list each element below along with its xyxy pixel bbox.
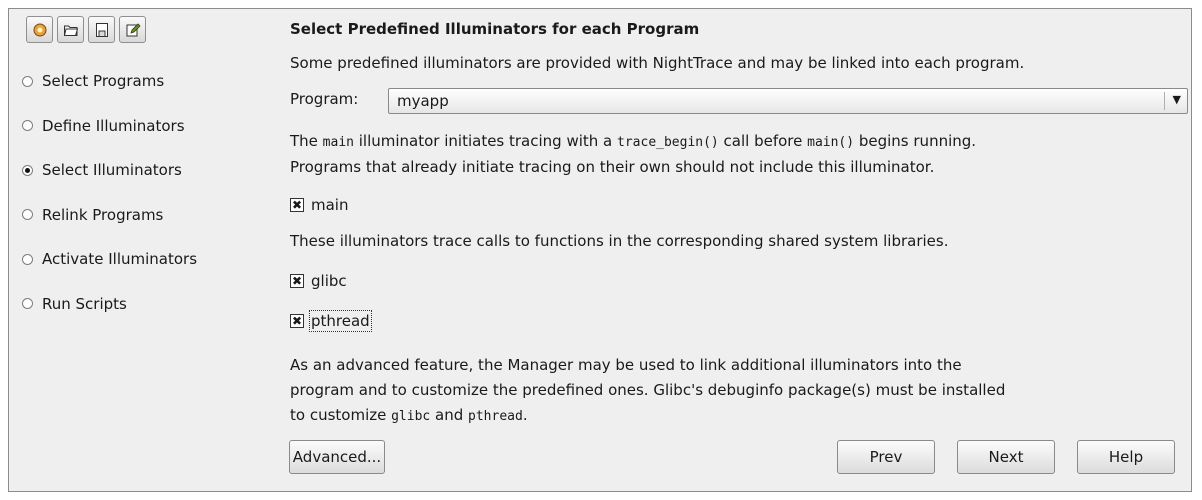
open-folder-icon [63, 25, 78, 36]
program-label: Program: [290, 90, 359, 108]
step-label: Select Illuminators [42, 161, 182, 179]
main-description-line1: The main illuminator initiates tracing w… [290, 132, 976, 150]
advanced-text-line1: As an advanced feature, the Manager may … [290, 356, 962, 374]
step-run-scripts[interactable]: Run Scripts [22, 293, 197, 315]
code-main-call: main() [807, 135, 855, 150]
checkbox-label: pthread [309, 310, 372, 332]
text-segment: and [430, 406, 469, 424]
advanced-button[interactable]: Advanced... [289, 440, 385, 474]
step-label: Select Programs [42, 72, 165, 90]
intro-text: Some predefined illuminators are provide… [290, 54, 1025, 72]
text-segment: illuminator initiates tracing with a [353, 132, 618, 150]
glibc-checkbox-row[interactable]: ✖ glibc [290, 272, 347, 290]
step-label: Activate Illuminators [42, 250, 198, 268]
page-title: Select Predefined Illuminators for each … [290, 20, 700, 38]
open-button[interactable] [57, 16, 84, 43]
checkbox-checked[interactable]: ✖ [290, 314, 304, 328]
step-relink-programs[interactable]: Relink Programs [22, 204, 197, 226]
wizard-steps: Select Programs Define Illuminators Sele… [22, 70, 197, 337]
libraries-description: These illuminators trace calls to functi… [290, 232, 949, 250]
save-icon [95, 22, 108, 37]
text-segment: The [290, 132, 323, 150]
step-select-illuminators[interactable]: Select Illuminators [22, 159, 197, 181]
code-trace-begin: trace_begin() [617, 135, 719, 150]
next-button[interactable]: Next [957, 440, 1055, 474]
new-icon [33, 23, 46, 36]
radio-button[interactable] [22, 298, 33, 309]
radio-button-selected[interactable] [22, 164, 33, 176]
advanced-text-line2: program and to customize the predefined … [290, 381, 1006, 399]
code-pthread: pthread [468, 409, 523, 424]
radio-button[interactable] [22, 209, 33, 220]
prev-button[interactable]: Prev [837, 440, 935, 474]
step-select-programs[interactable]: Select Programs [22, 70, 197, 92]
step-label: Run Scripts [42, 294, 127, 313]
text-segment: to customize [290, 406, 392, 424]
advanced-text-line3: to customize glibc and pthread. [290, 406, 528, 424]
step-label: Relink Programs [42, 205, 164, 224]
checkbox-label: glibc [311, 272, 347, 290]
dropdown-arrow-icon[interactable]: ▼ [1173, 93, 1181, 106]
checkbox-label: main [311, 196, 349, 214]
program-row: Program: [290, 90, 358, 108]
checkbox-checked[interactable]: ✖ [290, 198, 304, 212]
step-activate-illuminators[interactable]: Activate Illuminators [22, 248, 197, 270]
step-label: Define Illuminators [42, 116, 185, 135]
program-dropdown[interactable]: myapp ▼ [388, 88, 1188, 114]
help-button[interactable]: Help [1077, 440, 1175, 474]
radio-button[interactable] [22, 75, 33, 87]
text-segment: call before [718, 132, 808, 150]
checkbox-checked[interactable]: ✖ [290, 274, 304, 288]
program-value: myapp [397, 92, 449, 110]
code-glibc: glibc [391, 409, 431, 424]
main-checkbox-row[interactable]: ✖ main [290, 196, 348, 214]
text-segment: . [522, 406, 528, 424]
radio-button[interactable] [22, 120, 33, 131]
step-define-illuminators[interactable]: Define Illuminators [22, 115, 197, 137]
text-segment: begins running. [854, 132, 977, 150]
main-description-line2: Programs that already initiate tracing o… [290, 158, 935, 176]
code-main: main [322, 135, 354, 150]
save-button[interactable] [88, 16, 115, 43]
edit-icon [126, 22, 141, 36]
dropdown-separator [1164, 92, 1165, 110]
toolbar [26, 16, 146, 43]
new-button[interactable] [26, 16, 53, 43]
edit-button[interactable] [119, 16, 146, 43]
radio-button[interactable] [22, 253, 33, 265]
pthread-checkbox-row[interactable]: ✖ pthread [290, 310, 372, 332]
